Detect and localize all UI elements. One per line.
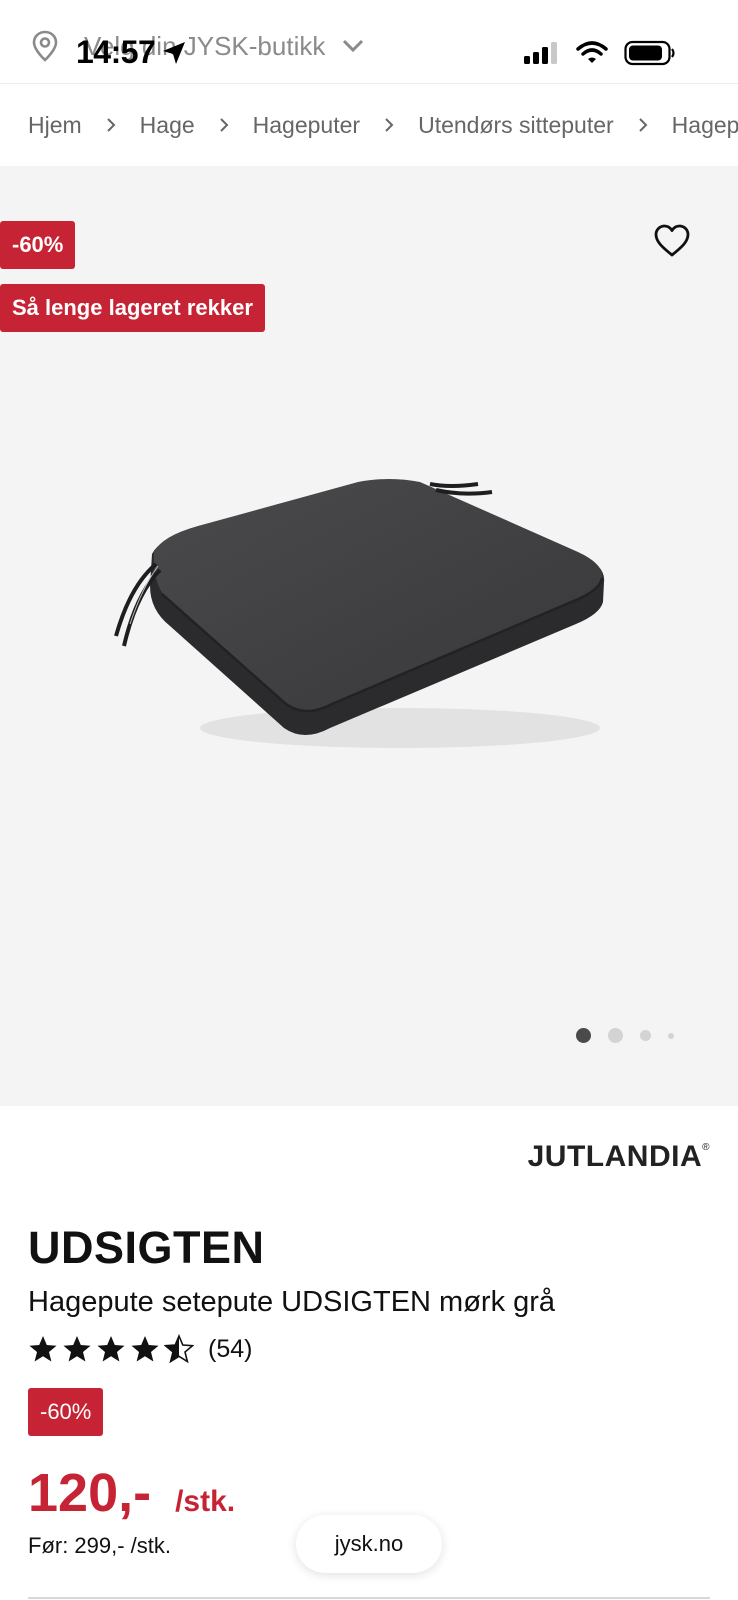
price-row: 120,- /stk. — [28, 1462, 235, 1524]
breadcrumb-item-garden-cushions[interactable]: Hageputer — [253, 112, 360, 139]
image-pagination-dots — [576, 1028, 691, 1043]
location-pin-icon — [32, 30, 58, 62]
stock-badge: Så lenge lageret rekker — [0, 284, 265, 332]
wifi-icon — [576, 41, 608, 63]
current-price: 120,- — [28, 1463, 152, 1523]
star-full-icon — [97, 1336, 125, 1362]
review-count: (54) — [208, 1334, 253, 1363]
product-gallery[interactable]: -60% Så lenge lageret rekker — [0, 166, 738, 1106]
product-description: Hagepute setepute UDSIGTEN mørk grå — [28, 1286, 556, 1318]
breadcrumb-item-current[interactable]: Hageput — [672, 112, 738, 139]
divider — [28, 1597, 710, 1599]
pagination-dot-2[interactable] — [608, 1028, 623, 1043]
product-image-seat-cushion — [114, 479, 605, 748]
status-time-text: 14:57 — [76, 34, 156, 70]
chevron-right-icon — [106, 118, 116, 132]
star-full-icon — [29, 1336, 57, 1362]
chevron-right-icon — [385, 118, 394, 132]
chevron-right-icon — [638, 118, 648, 132]
status-icons — [524, 40, 676, 66]
price-unit: /stk. — [175, 1485, 236, 1518]
discount-badge: -60% — [0, 221, 76, 269]
star-full-icon — [63, 1336, 91, 1362]
price-discount-badge: -60% — [28, 1388, 104, 1436]
status-time: 14:57 — [76, 34, 187, 71]
breadcrumb-item-outdoor-seat-cushions[interactable]: Utendørs sitteputer — [418, 112, 614, 139]
brand-name: JUTLANDIA — [527, 1140, 703, 1173]
breadcrumb: Hjem Hage Hageputer Utendørs sitteputer … — [0, 84, 738, 166]
pagination-dot-4[interactable] — [668, 1032, 674, 1039]
product-title: UDSIGTEN — [28, 1222, 265, 1273]
chevron-down-icon — [343, 39, 364, 53]
rating-stars — [28, 1334, 194, 1364]
location-arrow-icon — [163, 41, 186, 64]
brand-logo: JUTLANDIA® — [528, 1140, 710, 1174]
breadcrumb-item-garden[interactable]: Hage — [140, 112, 195, 139]
top-bar: Velg din JYSK-butikk 14:57 — [0, 0, 738, 84]
browser-url-pill[interactable]: jysk.no — [296, 1515, 442, 1573]
pagination-dot-1[interactable] — [576, 1028, 591, 1043]
battery-icon — [624, 40, 675, 66]
product-rating[interactable]: (54) — [28, 1334, 252, 1364]
before-price: Før: 299,- /stk. — [28, 1533, 172, 1558]
star-half-icon — [164, 1334, 194, 1364]
cellular-signal-icon — [524, 42, 557, 64]
favorite-heart-icon[interactable] — [652, 221, 692, 261]
star-full-icon — [131, 1336, 159, 1362]
registered-mark: ® — [702, 1142, 710, 1153]
chevron-right-icon — [219, 118, 229, 132]
pagination-dot-3[interactable] — [640, 1030, 651, 1041]
breadcrumb-item-home[interactable]: Hjem — [28, 112, 82, 139]
